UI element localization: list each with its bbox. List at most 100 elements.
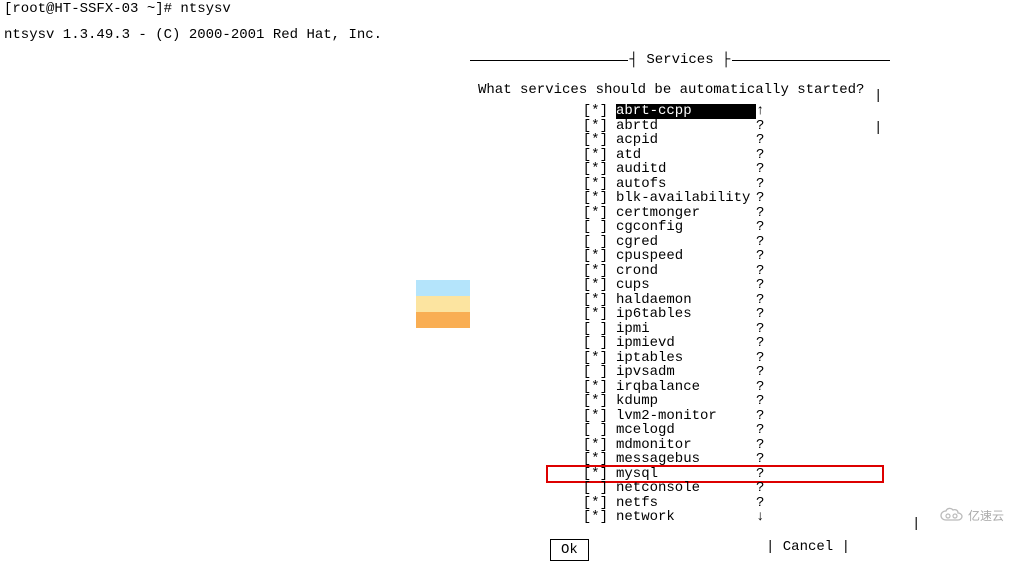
cancel-button[interactable]: | Cancel | <box>766 539 850 561</box>
service-name: mcelogd <box>616 423 756 438</box>
service-checkbox[interactable]: [ ] <box>578 220 608 235</box>
service-checkbox[interactable]: [*] <box>578 394 608 409</box>
service-checkbox[interactable]: [*] <box>578 249 608 264</box>
service-name: auditd <box>616 162 756 177</box>
help-indicator-icon: ? <box>756 307 768 322</box>
service-name: netfs <box>616 496 756 511</box>
watermark-blur-block <box>416 280 470 328</box>
help-indicator-icon: ? <box>756 220 768 235</box>
help-indicator-icon: ? <box>756 191 768 206</box>
service-name: cgconfig <box>616 220 756 235</box>
service-name: cpuspeed <box>616 249 756 264</box>
service-row-lvm2-monitor[interactable]: [*] lvm2-monitor ? <box>478 409 882 424</box>
help-indicator-icon: ? <box>756 293 768 308</box>
service-checkbox[interactable]: [*] <box>578 496 608 511</box>
service-checkbox[interactable]: [*] <box>578 438 608 453</box>
service-checkbox[interactable]: [*] <box>578 104 608 119</box>
services-list[interactable]: [*] abrt-ccpp ↑[*] abrtd ?[*] acpid ?[*]… <box>470 104 890 525</box>
service-checkbox[interactable]: [*] <box>578 119 608 134</box>
service-checkbox[interactable]: [*] <box>578 191 608 206</box>
service-row-ipmievd[interactable]: [ ] ipmievd ? <box>478 336 882 351</box>
service-checkbox[interactable]: [*] <box>578 278 608 293</box>
service-row-ipvsadm[interactable]: [ ] ipvsadm ? <box>478 365 882 380</box>
frame-pipe-icon: | <box>874 120 882 136</box>
service-checkbox[interactable]: [*] <box>578 351 608 366</box>
service-checkbox[interactable]: [ ] <box>578 336 608 351</box>
service-checkbox[interactable]: [*] <box>578 177 608 192</box>
service-checkbox[interactable]: [*] <box>578 452 608 467</box>
service-name: iptables <box>616 351 756 366</box>
service-name: atd <box>616 148 756 163</box>
frame-pipe-icon: | <box>912 516 920 532</box>
service-name: abrt-ccpp <box>616 104 756 119</box>
services-dialog: ┤ Services ├ What services should be aut… <box>470 60 890 561</box>
service-checkbox[interactable]: [ ] <box>578 322 608 337</box>
service-checkbox[interactable]: [*] <box>578 206 608 221</box>
help-indicator-icon: ? <box>756 177 768 192</box>
help-indicator-icon: ? <box>756 365 768 380</box>
service-row-atd[interactable]: [*] atd ? <box>478 148 882 163</box>
service-checkbox[interactable]: [ ] <box>578 423 608 438</box>
service-row-ip6tables[interactable]: [*] ip6tables ? <box>478 307 882 322</box>
service-name: ip6tables <box>616 307 756 322</box>
service-name: mysql <box>616 467 756 482</box>
service-name: crond <box>616 264 756 279</box>
service-checkbox[interactable]: [ ] <box>578 481 608 496</box>
service-name: certmonger <box>616 206 756 221</box>
help-indicator-icon: ? <box>756 264 768 279</box>
service-row-cgconfig[interactable]: [ ] cgconfig ? <box>478 220 882 235</box>
service-checkbox[interactable]: [*] <box>578 380 608 395</box>
service-row-cpuspeed[interactable]: [*] cpuspeed ? <box>478 249 882 264</box>
help-indicator-icon: ? <box>756 235 768 250</box>
service-row-auditd[interactable]: [*] auditd ? <box>478 162 882 177</box>
service-name: network <box>616 510 756 525</box>
service-checkbox[interactable]: [*] <box>578 409 608 424</box>
service-row-iptables[interactable]: [*] iptables ? <box>478 351 882 366</box>
service-checkbox[interactable]: [ ] <box>578 365 608 380</box>
service-checkbox[interactable]: [ ] <box>578 235 608 250</box>
service-checkbox[interactable]: [*] <box>578 510 608 525</box>
service-checkbox[interactable]: [*] <box>578 467 608 482</box>
service-row-abrt-ccpp[interactable]: [*] abrt-ccpp ↑ <box>478 104 882 119</box>
service-row-crond[interactable]: [*] crond ? <box>478 264 882 279</box>
help-indicator-icon: ? <box>756 162 768 177</box>
service-checkbox[interactable]: [*] <box>578 293 608 308</box>
service-name: ipvsadm <box>616 365 756 380</box>
help-indicator-icon: ? <box>756 351 768 366</box>
service-row-network[interactable]: [*] network ↓ <box>478 510 882 525</box>
service-row-abrtd[interactable]: [*] abrtd ? <box>478 119 882 134</box>
ok-button[interactable]: Ok <box>550 539 589 561</box>
help-indicator-icon: ? <box>756 380 768 395</box>
service-row-ipmi[interactable]: [ ] ipmi ? <box>478 322 882 337</box>
service-row-blk-availability[interactable]: [*] blk-availability ? <box>478 191 882 206</box>
service-row-cgred[interactable]: [ ] cgred ? <box>478 235 882 250</box>
service-row-acpid[interactable]: [*] acpid ? <box>478 133 882 148</box>
help-indicator-icon: ? <box>756 409 768 424</box>
service-name: acpid <box>616 133 756 148</box>
service-row-haldaemon[interactable]: [*] haldaemon ? <box>478 293 882 308</box>
service-checkbox[interactable]: [*] <box>578 264 608 279</box>
service-checkbox[interactable]: [*] <box>578 162 608 177</box>
service-row-netconsole[interactable]: [ ] netconsole ? <box>478 481 882 496</box>
service-row-autofs[interactable]: [*] autofs ? <box>478 177 882 192</box>
service-checkbox[interactable]: [*] <box>578 307 608 322</box>
terminal-prompt-line: [root@HT-SSFX-03 ~]# ntsysv <box>0 0 1021 18</box>
help-indicator-icon: ? <box>756 467 768 482</box>
service-checkbox[interactable]: [*] <box>578 133 608 148</box>
service-row-kdump[interactable]: [*] kdump ? <box>478 394 882 409</box>
service-row-mdmonitor[interactable]: [*] mdmonitor ? <box>478 438 882 453</box>
service-name: abrtd <box>616 119 756 134</box>
service-name: netconsole <box>616 481 756 496</box>
service-row-certmonger[interactable]: [*] certmonger ? <box>478 206 882 221</box>
service-row-netfs[interactable]: [*] netfs ? <box>478 496 882 511</box>
service-name: irqbalance <box>616 380 756 395</box>
service-row-mcelogd[interactable]: [ ] mcelogd ? <box>478 423 882 438</box>
service-checkbox[interactable]: [*] <box>578 148 608 163</box>
help-indicator-icon: ? <box>756 438 768 453</box>
help-indicator-icon: ? <box>756 133 768 148</box>
service-row-irqbalance[interactable]: [*] irqbalance ? <box>478 380 882 395</box>
dialog-prompt-text: What services should be automatically st… <box>470 68 890 104</box>
service-name: ipmievd <box>616 336 756 351</box>
help-indicator-icon: ? <box>756 322 768 337</box>
service-row-cups[interactable]: [*] cups ? <box>478 278 882 293</box>
